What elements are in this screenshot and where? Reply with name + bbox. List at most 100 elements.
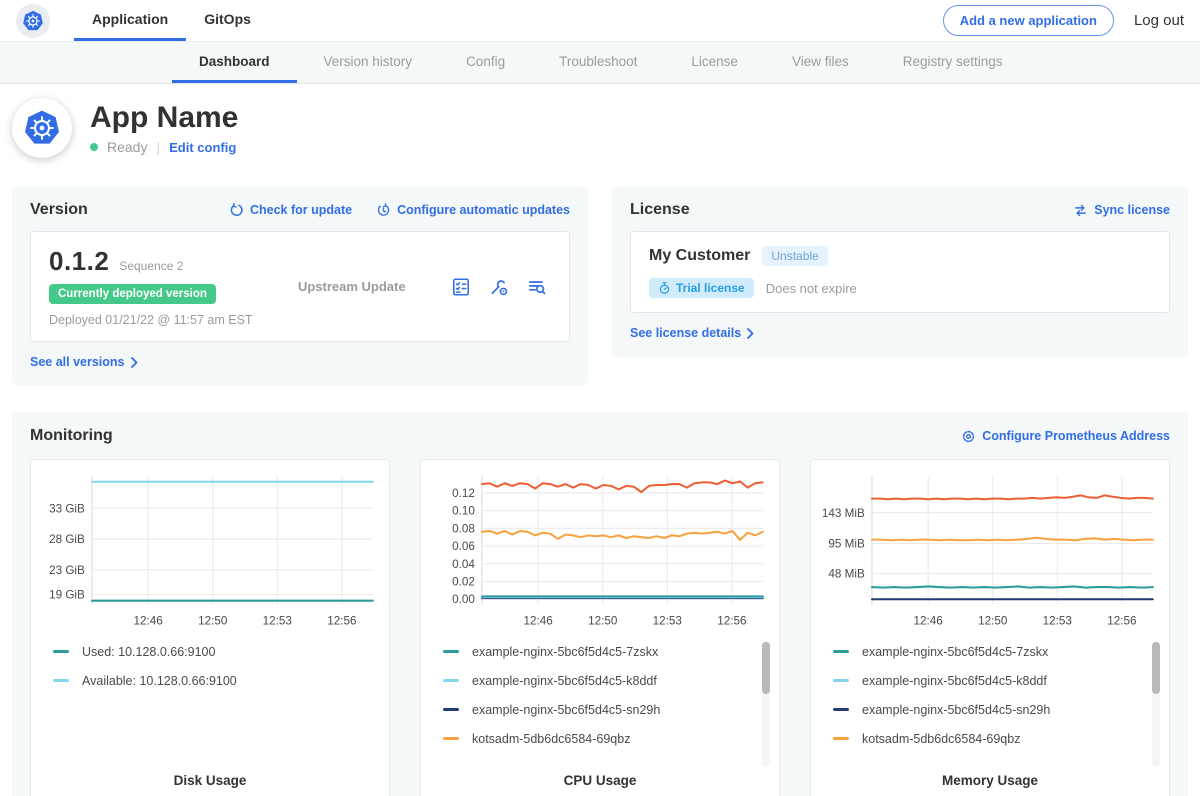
- legend-scrollbar-track[interactable]: [762, 641, 770, 767]
- chart-title: Memory Usage: [817, 767, 1163, 796]
- legend-dash-icon: [833, 737, 849, 740]
- version-source: Upstream Update: [253, 279, 451, 294]
- tab-config[interactable]: Config: [439, 42, 532, 83]
- checklist-icon[interactable]: [451, 277, 471, 297]
- legend-item: Available: 10.128.0.66:9100: [53, 674, 369, 688]
- legend-scrollbar-track[interactable]: [1152, 641, 1160, 767]
- legend-dash-icon: [53, 679, 69, 682]
- license-card: License Sync license My Customer Unstabl…: [612, 186, 1188, 357]
- svg-text:12:46: 12:46: [134, 615, 163, 628]
- wrench-gear-icon[interactable]: [489, 277, 509, 297]
- configure-automatic-updates-link[interactable]: Configure automatic updates: [376, 203, 570, 218]
- legend-dash-icon: [53, 650, 69, 653]
- disk-usage-legend: Used: 10.128.0.66:9100 Available: 10.128.…: [37, 639, 383, 767]
- memory-usage-legend: example-nginx-5bc6f5d4c5-7zskx example-ng…: [817, 639, 1163, 767]
- sync-license-link[interactable]: Sync license: [1073, 203, 1170, 218]
- check-for-update-link[interactable]: Check for update: [229, 203, 352, 218]
- status-text: Ready: [107, 139, 147, 155]
- legend-dash-icon: [443, 679, 459, 682]
- legend-scrollbar-thumb[interactable]: [1152, 642, 1160, 694]
- svg-text:12:53: 12:53: [653, 615, 682, 628]
- memory-usage-chart-card: 48 MiB95 MiB143 MiB12:4612:5012:5312:56 …: [810, 459, 1170, 796]
- legend-label: example-nginx-5bc6f5d4c5-7zskx: [472, 645, 658, 659]
- legend-label: example-nginx-5bc6f5d4c5-k8ddf: [862, 674, 1047, 688]
- cpu-usage-chart: 0.000.020.040.060.080.100.1212:4612:5012…: [427, 468, 773, 639]
- logout-link[interactable]: Log out: [1134, 12, 1184, 29]
- legend-dash-icon: [443, 708, 459, 711]
- legend-dash-icon: [833, 708, 849, 711]
- current-version-row: 0.1.2 Sequence 2 Currently deployed vers…: [30, 231, 570, 342]
- legend-dash-icon: [833, 650, 849, 653]
- stopwatch-icon: [658, 281, 671, 295]
- chevron-right-icon: [747, 328, 754, 339]
- deployed-timestamp: Deployed 01/21/22 @ 11:57 am EST: [49, 313, 253, 327]
- svg-text:95 MiB: 95 MiB: [828, 538, 865, 551]
- monitoring-title: Monitoring: [30, 427, 113, 445]
- top-nav: Application GitOps Add a new application…: [0, 0, 1200, 42]
- add-application-button[interactable]: Add a new application: [943, 5, 1114, 36]
- kubernetes-logo-icon: [16, 4, 50, 38]
- svg-text:19 GiB: 19 GiB: [49, 589, 85, 602]
- version-card: Version Check for update: [12, 186, 588, 386]
- app-header: App Name Ready | Edit config: [0, 84, 1200, 170]
- legend-label: example-nginx-5bc6f5d4c5-sn29h: [862, 703, 1050, 717]
- tab-troubleshoot[interactable]: Troubleshoot: [532, 42, 664, 83]
- svg-text:12:50: 12:50: [198, 615, 228, 628]
- tab-license[interactable]: License: [664, 42, 765, 83]
- app-kubernetes-icon: [12, 98, 72, 158]
- license-expiry: Does not expire: [766, 281, 857, 296]
- see-all-versions-link[interactable]: See all versions: [30, 355, 138, 369]
- edit-config-link[interactable]: Edit config: [169, 140, 236, 155]
- version-number: 0.1.2: [49, 246, 109, 277]
- svg-text:12:50: 12:50: [978, 615, 1008, 628]
- tab-registry-settings[interactable]: Registry settings: [876, 42, 1030, 83]
- disk-usage-chart-card: 19 GiB 23 GiB 28 GiB 33 GiB 12:46 12:50 12:53 1…: [30, 459, 390, 796]
- monitoring-card: Monitoring Configure Prometheus Address …: [12, 412, 1188, 796]
- legend-label: kotsadm-5db6dc6584-69qbz: [472, 732, 630, 746]
- dashboard-content: Version Check for update: [0, 186, 1200, 796]
- svg-text:12:53: 12:53: [1043, 615, 1072, 628]
- svg-text:28 GiB: 28 GiB: [49, 533, 85, 546]
- version-card-title: Version: [30, 201, 88, 219]
- top-nav-tabs: Application GitOps: [74, 0, 269, 41]
- legend-label: Used: 10.128.0.66:9100: [82, 645, 215, 659]
- legend-item: example-nginx-5bc6f5d4c5-7zskx: [833, 645, 1149, 659]
- cpu-usage-legend: example-nginx-5bc6f5d4c5-7zskx example-ng…: [427, 639, 773, 767]
- gear-icon: [961, 429, 976, 444]
- page-title: App Name: [90, 101, 238, 134]
- tab-view-files[interactable]: View files: [765, 42, 876, 83]
- legend-dash-icon: [443, 737, 459, 740]
- svg-text:12:53: 12:53: [263, 615, 292, 628]
- app-sub-nav: Dashboard Version history Config Trouble…: [0, 42, 1200, 84]
- refresh-icon: [229, 203, 244, 218]
- legend-item: example-nginx-5bc6f5d4c5-sn29h: [833, 703, 1149, 717]
- legend-item: Used: 10.128.0.66:9100: [53, 645, 369, 659]
- nav-application[interactable]: Application: [74, 0, 186, 41]
- svg-text:0.04: 0.04: [452, 558, 475, 571]
- disk-usage-chart: 19 GiB 23 GiB 28 GiB 33 GiB 12:46 12:50 12:53 1…: [37, 468, 383, 639]
- see-license-details-link[interactable]: See license details: [630, 326, 754, 340]
- chevron-right-icon: [131, 357, 138, 368]
- svg-text:12:46: 12:46: [524, 615, 553, 628]
- svg-text:48 MiB: 48 MiB: [828, 568, 865, 581]
- svg-text:33 GiB: 33 GiB: [49, 502, 85, 515]
- svg-text:23 GiB: 23 GiB: [49, 564, 85, 577]
- diff-search-icon[interactable]: [527, 277, 547, 297]
- configure-prometheus-link[interactable]: Configure Prometheus Address: [961, 429, 1170, 444]
- legend-item: kotsadm-5db6dc6584-69qbz: [443, 732, 759, 746]
- svg-text:12:56: 12:56: [327, 615, 356, 628]
- deployed-badge: Currently deployed version: [49, 284, 216, 304]
- tab-dashboard[interactable]: Dashboard: [172, 42, 297, 83]
- nav-gitops[interactable]: GitOps: [186, 0, 269, 41]
- chart-title: CPU Usage: [427, 767, 773, 796]
- legend-scrollbar-thumb[interactable]: [762, 642, 770, 694]
- version-sequence: Sequence 2: [119, 259, 183, 273]
- svg-text:0.08: 0.08: [452, 522, 475, 535]
- svg-text:0.10: 0.10: [452, 505, 475, 518]
- trial-license-badge: Trial license: [649, 278, 754, 298]
- tab-version-history[interactable]: Version history: [297, 42, 440, 83]
- legend-label: example-nginx-5bc6f5d4c5-k8ddf: [472, 674, 657, 688]
- svg-text:0.00: 0.00: [452, 593, 475, 606]
- legend-label: example-nginx-5bc6f5d4c5-sn29h: [472, 703, 660, 717]
- legend-item: example-nginx-5bc6f5d4c5-sn29h: [443, 703, 759, 717]
